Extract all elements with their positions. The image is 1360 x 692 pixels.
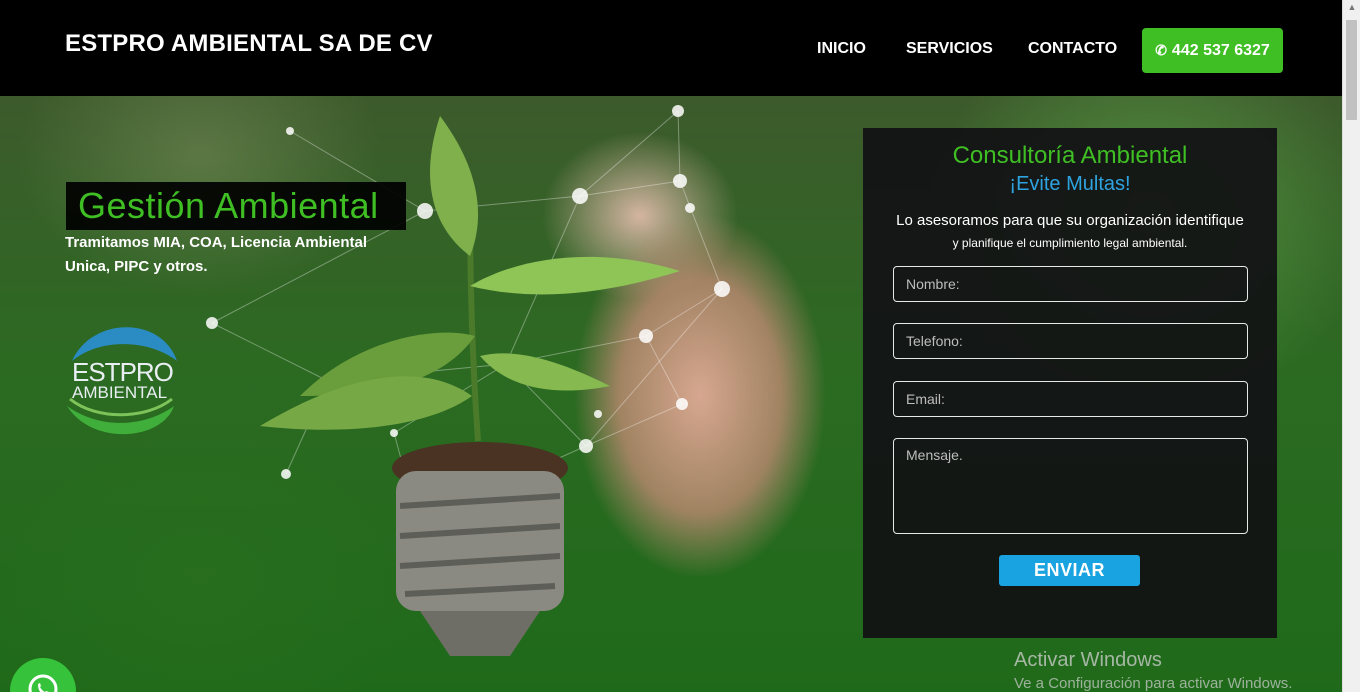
site-header: ESTPRO AMBIENTAL SA DE CV INICIO SERVICI… <box>0 0 1342 96</box>
company-logo: ESTPRO AMBIENTAL <box>62 321 182 441</box>
mensaje-field[interactable] <box>893 438 1248 534</box>
form-subtitle: ¡Evite Multas! <box>1009 173 1131 195</box>
phone-icon: ✆ <box>1155 42 1167 58</box>
form-description-line2: y planifique el cumplimiento legal ambie… <box>952 236 1188 250</box>
page-scrollbar[interactable]: ▲ <box>1342 0 1360 692</box>
phone-number: 442 537 6327 <box>1171 41 1270 59</box>
logo-line2: AMBIENTAL <box>72 383 168 402</box>
telefono-field[interactable] <box>893 323 1248 359</box>
form-title: Consultoría Ambiental <box>952 142 1188 169</box>
whatsapp-icon <box>28 674 58 692</box>
send-button[interactable]: ENVIAR <box>999 555 1140 586</box>
hero-subtitle: Tramitamos MIA, COA, Licencia Ambiental … <box>65 234 368 275</box>
nav-contacto[interactable]: CONTACTO <box>1028 40 1117 58</box>
nombre-field[interactable] <box>893 266 1248 302</box>
nav-servicios[interactable]: SERVICIOS <box>906 40 993 58</box>
email-field[interactable] <box>893 381 1248 417</box>
scroll-up-icon[interactable]: ▲ <box>1343 2 1360 14</box>
windows-activation-title: Activar Windows <box>1014 649 1162 671</box>
windows-activation-note: Ve a Configuración para activar Windows. <box>1014 675 1293 692</box>
form-description-line1: Lo asesoramos para que su organización i… <box>896 212 1244 229</box>
nav-inicio[interactable]: INICIO <box>817 40 866 58</box>
contact-form-panel: Consultoría Ambiental ¡Evite Multas! Lo … <box>863 128 1277 638</box>
hero-title: Gestión Ambiental <box>78 185 379 226</box>
phone-button[interactable]: ✆ 442 537 6327 <box>1142 28 1283 73</box>
brand-name[interactable]: ESTPRO AMBIENTAL SA DE CV <box>65 30 433 58</box>
scrollbar-thumb[interactable] <box>1346 20 1357 120</box>
